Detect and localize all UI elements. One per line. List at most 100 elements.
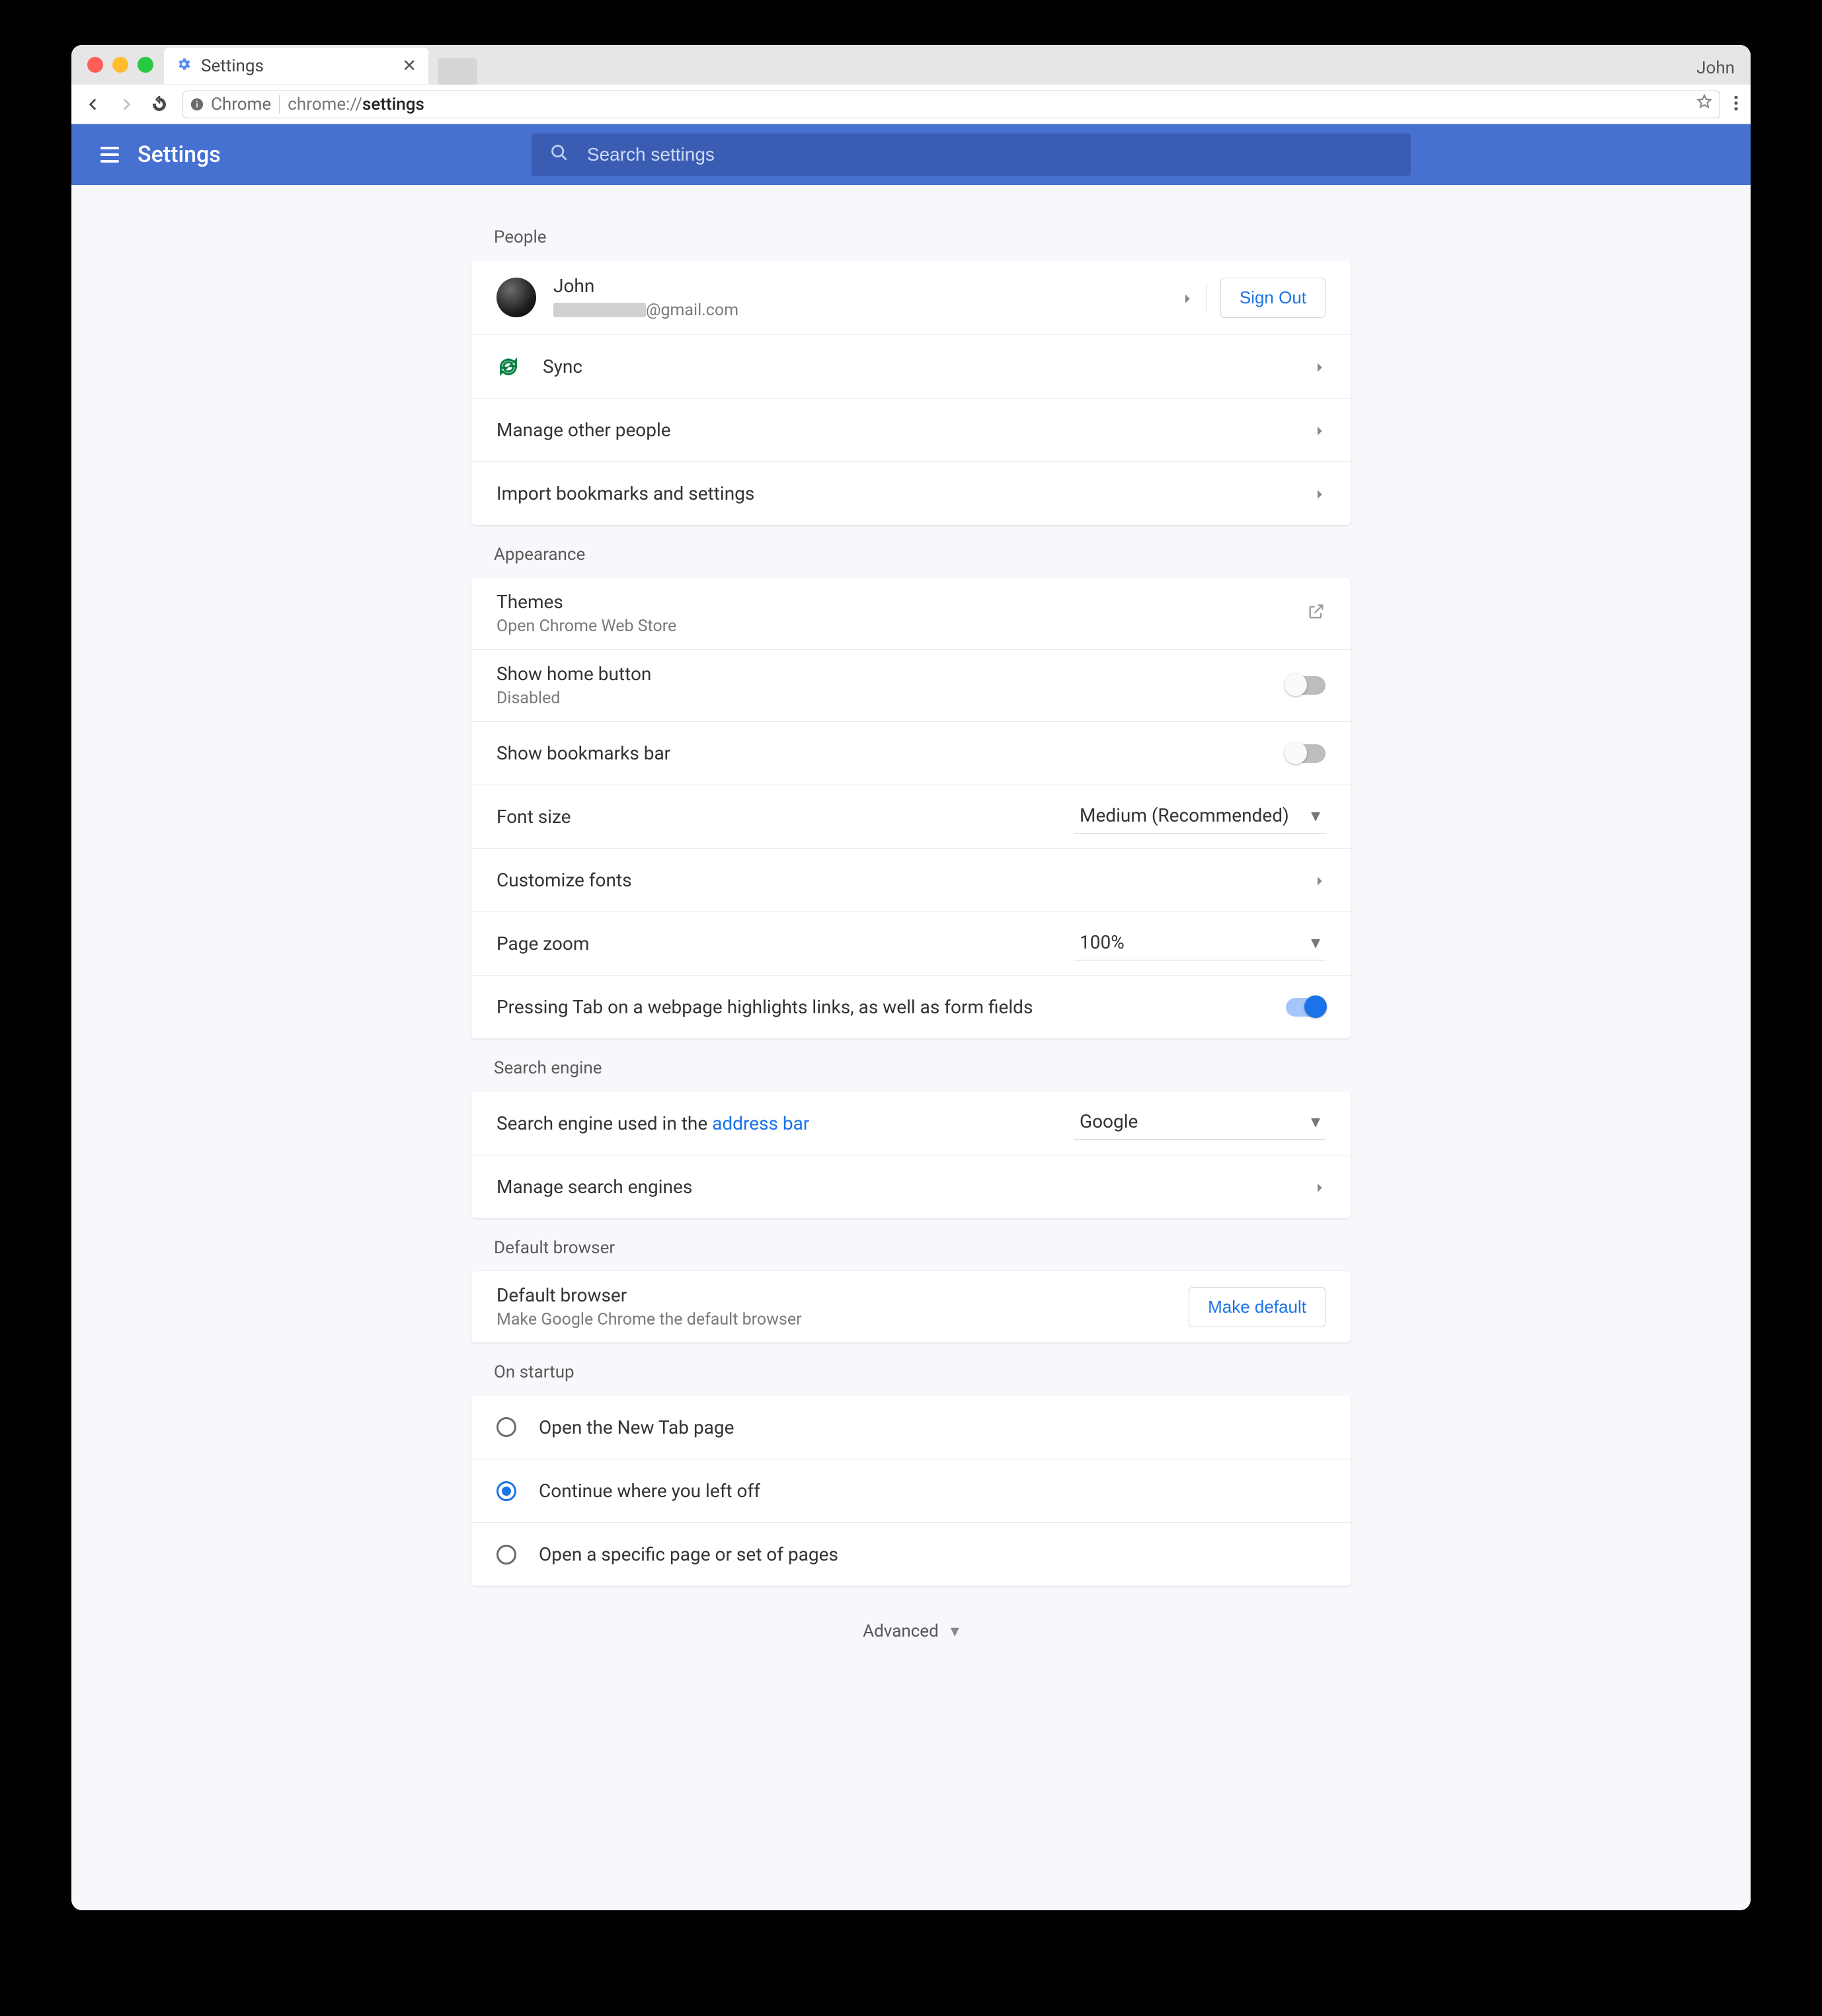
address-bar-link[interactable]: address bar: [712, 1112, 809, 1134]
close-window-button[interactable]: [87, 57, 103, 73]
avatar: [496, 278, 536, 317]
search-engine-label: Search engine used in the address bar: [496, 1112, 1074, 1134]
default-browser-sub: Make Google Chrome the default browser: [496, 1310, 1189, 1329]
search-icon: [550, 143, 569, 167]
section-label-default-browser: Default browser: [494, 1238, 1351, 1258]
bookmarks-bar-row: Show bookmarks bar: [471, 721, 1351, 785]
minimize-window-button[interactable]: [112, 57, 128, 73]
radio-button[interactable]: [496, 1417, 516, 1437]
manage-search-engines-row[interactable]: Manage search engines: [471, 1155, 1351, 1218]
section-label-search: Search engine: [494, 1058, 1351, 1078]
profile-name[interactable]: John: [1696, 58, 1735, 78]
profile-email: @gmail.com: [553, 301, 1183, 320]
chevron-right-icon: [1315, 483, 1326, 504]
page-zoom-row: Page zoom 100% ▾: [471, 911, 1351, 975]
site-info-icon: [190, 97, 204, 112]
address-bar[interactable]: Chrome chrome://settings: [182, 91, 1720, 118]
search-engine-value: Google: [1080, 1110, 1138, 1132]
radio-button[interactable]: [496, 1481, 516, 1501]
customize-fonts-label: Customize fonts: [496, 869, 1315, 891]
settings-search-input[interactable]: [586, 143, 1392, 166]
forward-button[interactable]: [116, 95, 136, 114]
advanced-label: Advanced: [863, 1621, 939, 1641]
settings-header: Settings: [71, 124, 1751, 185]
manage-people-label: Manage other people: [496, 419, 1315, 441]
tab-highlight-label: Pressing Tab on a webpage highlights lin…: [496, 996, 1286, 1018]
bookmarks-bar-label: Show bookmarks bar: [496, 742, 1286, 764]
themes-label: Themes: [496, 591, 1307, 613]
default-browser-row: Default browser Make Google Chrome the d…: [471, 1271, 1351, 1342]
page-zoom-select[interactable]: 100% ▾: [1074, 927, 1326, 960]
startup-opt1-label: Open the New Tab page: [539, 1416, 734, 1438]
search-card: Search engine used in the address bar Go…: [471, 1091, 1351, 1218]
sign-out-button[interactable]: Sign Out: [1220, 278, 1326, 318]
browser-toolbar: Chrome chrome://settings: [71, 85, 1751, 124]
font-size-label: Font size: [496, 806, 1074, 828]
search-engine-select[interactable]: Google ▾: [1074, 1106, 1326, 1140]
sync-icon: [496, 355, 520, 379]
startup-opt-specific[interactable]: Open a specific page or set of pages: [471, 1522, 1351, 1586]
omnibox-brand: Chrome: [211, 95, 271, 114]
redacted-email-local: [553, 303, 646, 317]
profile-user-name: John: [553, 275, 1183, 297]
close-tab-icon[interactable]: ✕: [402, 56, 416, 76]
browser-menu-icon[interactable]: [1733, 95, 1739, 114]
font-size-select[interactable]: Medium (Recommended) ▾: [1074, 800, 1326, 834]
import-bookmarks-label: Import bookmarks and settings: [496, 483, 1315, 504]
profile-row[interactable]: John @gmail.com Sign Out: [471, 260, 1351, 334]
themes-row[interactable]: Themes Open Chrome Web Store: [471, 578, 1351, 649]
window-controls: [87, 57, 153, 73]
chevron-right-icon: [1315, 1176, 1326, 1198]
section-label-appearance: Appearance: [494, 545, 1351, 564]
fullscreen-window-button[interactable]: [138, 57, 153, 73]
settings-search[interactable]: [532, 134, 1411, 176]
browser-window: Settings ✕ John Chrome: [71, 45, 1751, 1910]
section-label-people: People: [494, 227, 1351, 247]
startup-opt-new-tab[interactable]: Open the New Tab page: [471, 1395, 1351, 1459]
browser-tab[interactable]: Settings ✕: [164, 48, 428, 85]
default-browser-title: Default browser: [496, 1284, 1189, 1306]
chevron-right-icon: [1183, 287, 1193, 309]
tab-highlight-row: Pressing Tab on a webpage highlights lin…: [471, 975, 1351, 1038]
caret-down-icon: ▾: [1311, 1110, 1320, 1132]
home-button-sub: Disabled: [496, 689, 1286, 708]
manage-search-engines-label: Manage search engines: [496, 1176, 1315, 1198]
import-bookmarks-row[interactable]: Import bookmarks and settings: [471, 461, 1351, 525]
new-tab-button[interactable]: [438, 58, 477, 85]
bookmark-star-icon[interactable]: [1696, 93, 1713, 115]
tab-highlight-toggle[interactable]: [1286, 998, 1326, 1017]
default-browser-card: Default browser Make Google Chrome the d…: [471, 1271, 1351, 1342]
back-button[interactable]: [83, 95, 103, 114]
advanced-toggle[interactable]: Advanced ▾: [471, 1586, 1351, 1687]
home-button-label: Show home button: [496, 663, 1286, 685]
manage-people-row[interactable]: Manage other people: [471, 398, 1351, 461]
chevron-right-icon: [1315, 356, 1326, 377]
search-engine-row: Search engine used in the address bar Go…: [471, 1091, 1351, 1155]
open-external-icon: [1307, 602, 1326, 625]
reload-button[interactable]: [149, 95, 169, 114]
bookmarks-bar-toggle[interactable]: [1286, 744, 1326, 763]
caret-down-icon: ▾: [1311, 931, 1320, 953]
tab-title: Settings: [201, 56, 264, 76]
radio-button[interactable]: [496, 1545, 516, 1565]
startup-opt-continue[interactable]: Continue where you left off: [471, 1459, 1351, 1522]
section-label-startup: On startup: [494, 1362, 1351, 1382]
startup-opt2-label: Continue where you left off: [539, 1480, 760, 1502]
omnibox-url: chrome://settings: [288, 95, 424, 114]
page-title: Settings: [138, 141, 221, 168]
tab-strip: Settings ✕ John: [71, 45, 1751, 85]
chevron-right-icon: [1315, 869, 1326, 891]
font-size-row: Font size Medium (Recommended) ▾: [471, 785, 1351, 848]
gear-icon: [176, 56, 192, 76]
make-default-button[interactable]: Make default: [1189, 1287, 1326, 1327]
startup-card: Open the New Tab page Continue where you…: [471, 1395, 1351, 1586]
sync-label: Sync: [543, 356, 1315, 377]
font-size-value: Medium (Recommended): [1080, 804, 1289, 826]
page-zoom-value: 100%: [1080, 931, 1125, 953]
customize-fonts-row[interactable]: Customize fonts: [471, 848, 1351, 911]
home-button-toggle[interactable]: [1286, 676, 1326, 695]
startup-opt3-label: Open a specific page or set of pages: [539, 1543, 838, 1565]
caret-down-icon: ▾: [951, 1621, 959, 1641]
sync-row[interactable]: Sync: [471, 334, 1351, 398]
menu-icon[interactable]: [100, 147, 119, 163]
